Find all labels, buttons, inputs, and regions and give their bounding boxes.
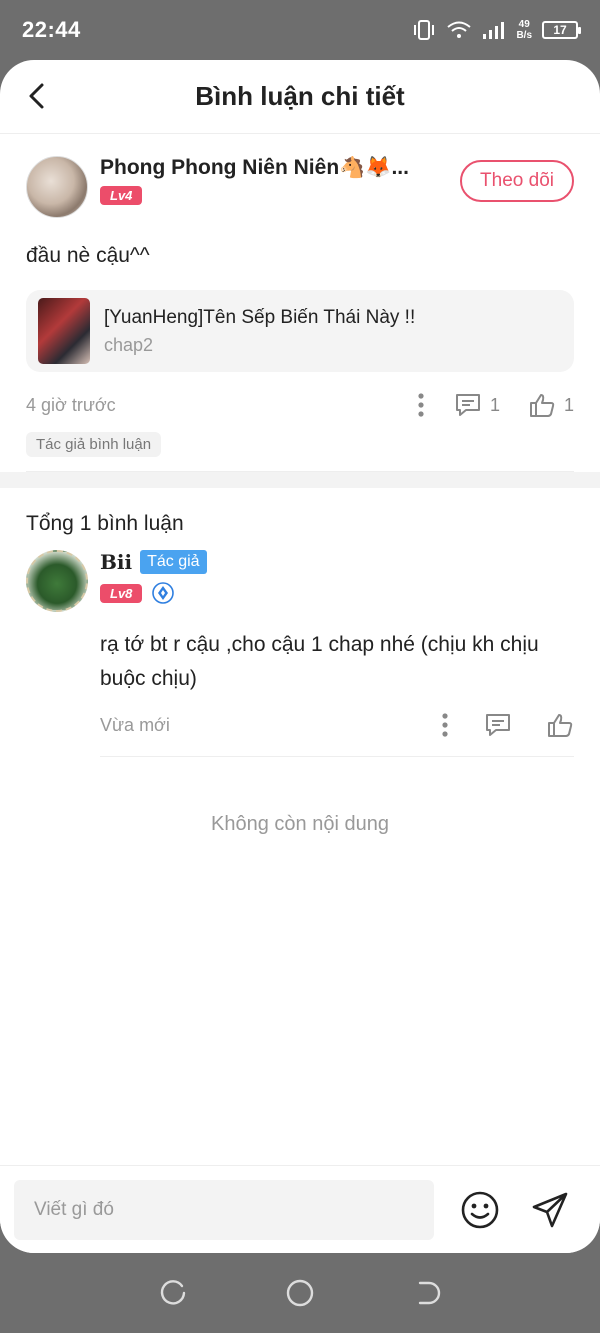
divider (26, 471, 574, 472)
reply-text: rạ tớ bt r cậu ,cho cậu 1 chap nhé (chịu… (100, 633, 539, 690)
signal-icon (483, 22, 505, 39)
post-time: 4 giờ trước (26, 394, 116, 415)
net-speed-value: 49 (518, 19, 530, 30)
reply-button[interactable]: 1 (454, 392, 500, 418)
status-bar: 22:44 49 B/s 17 (0, 0, 600, 60)
reply-author-name[interactable]: Bii (100, 550, 132, 574)
chapter-card[interactable]: [YuanHeng]Tên Sếp Biến Thái Này !! chap2 (26, 290, 574, 372)
net-speed: 49 B/s (516, 19, 532, 41)
post-meta-row: 4 giờ trước 1 1 (26, 390, 574, 420)
follow-button[interactable]: Theo dõi (460, 160, 574, 202)
send-icon[interactable] (530, 1190, 570, 1230)
system-nav-bar (0, 1253, 600, 1333)
avatar[interactable] (26, 156, 88, 218)
reply-author-row: Bii Tác giả Lv8 (26, 550, 574, 612)
battery-icon: 17 (542, 21, 581, 39)
recent-apps-icon[interactable] (158, 1278, 188, 1308)
author-badge: Tác giả (140, 550, 207, 574)
net-speed-unit: B/s (516, 30, 532, 41)
total-comments: Tổng 1 bình luận (26, 512, 184, 535)
status-icons: 49 B/s 17 (412, 19, 581, 41)
back-arrow-icon[interactable] (22, 80, 54, 112)
level-badge: Lv8 (100, 583, 143, 603)
comment-icon[interactable] (484, 712, 512, 738)
reply-name-row: Bii Tác giả (100, 550, 207, 574)
wifi-icon (447, 21, 472, 38)
chapter-title: [YuanHeng]Tên Sếp Biến Thái Này !! (104, 306, 416, 328)
post-actions: 1 1 (388, 392, 574, 418)
author-name[interactable]: Phong Phong Niên Niên🐴🦊... (100, 156, 430, 180)
section-gap (0, 472, 600, 488)
chapter-subtitle: chap2 (104, 334, 154, 355)
comment-input-bar: Viết gì đó (0, 1165, 600, 1253)
more-options-icon[interactable] (416, 392, 426, 418)
diamond-badge-icon (152, 582, 175, 604)
vibrate-icon (414, 20, 435, 40)
comment-input[interactable]: Viết gì đó (14, 1179, 434, 1240)
author-comment-tag: Tác giả bình luận (26, 432, 162, 457)
emoji-icon[interactable] (460, 1190, 500, 1230)
divider (100, 756, 574, 757)
like-count: 1 (563, 394, 574, 415)
back-nav-icon[interactable] (412, 1278, 442, 1308)
main-comment: Phong Phong Niên Niên🐴🦊... Lv4 Theo dõi … (0, 134, 600, 472)
more-options-icon[interactable] (440, 712, 450, 738)
like-button[interactable]: 1 (528, 392, 574, 418)
reply-author-info: Bii Tác giả Lv8 (100, 550, 207, 604)
chapter-info: [YuanHeng]Tên Sếp Biến Thái Này !! chap2 (104, 307, 415, 356)
reply-badges: Lv8 (100, 582, 207, 604)
comment-detail-sheet: Bình luận chi tiết Phong Phong Niên Niên… (0, 60, 600, 1253)
avatar[interactable] (26, 550, 88, 612)
reply-meta-row: Vừa mới (100, 710, 574, 740)
end-of-content-text: Không còn nội dung (211, 813, 389, 835)
level-badge: Lv4 (100, 186, 143, 205)
home-icon[interactable] (285, 1278, 315, 1308)
reply-item: Bii Tác giả Lv8 rạ tớ bt r cậu ,cho cậu … (26, 550, 574, 757)
reply-count: 1 (489, 394, 500, 415)
thumbs-up-icon[interactable] (546, 712, 574, 738)
battery-level: 17 (553, 23, 567, 37)
comment-text: đầu nè cậu^^ (26, 244, 150, 267)
chapter-cover-image (38, 298, 90, 364)
header: Bình luận chi tiết (0, 60, 600, 134)
status-time: 22:44 (22, 17, 81, 42)
replies-section: Tổng 1 bình luận Bii Tác giả Lv8 rạ tớ b… (0, 488, 600, 836)
thumbs-up-icon (529, 394, 555, 417)
comment-icon (455, 394, 480, 416)
reply-actions (406, 712, 574, 738)
page-title: Bình luận chi tiết (195, 81, 405, 111)
reply-time: Vừa mới (100, 714, 170, 735)
